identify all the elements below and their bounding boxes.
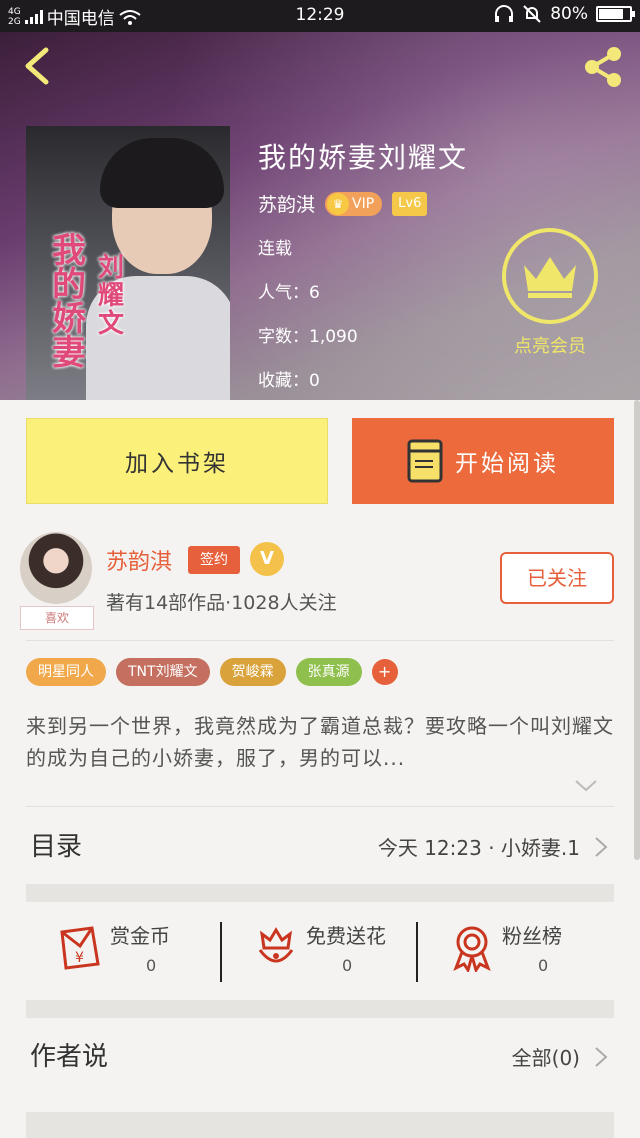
red-envelope-icon: ¥: [60, 926, 100, 970]
share-icon[interactable]: [580, 44, 626, 90]
start-reading-button[interactable]: 开始阅读: [352, 418, 614, 504]
author-avatar[interactable]: [20, 532, 92, 604]
crown-icon: ♛: [327, 192, 350, 215]
latest-chapter: 今天 12:23 · 小娇妻.1: [377, 836, 580, 860]
section-gap: [26, 884, 614, 902]
reward-fans-count: 0: [538, 956, 549, 975]
book-title: 我的娇妻刘耀文: [258, 141, 469, 174]
book-icon: [407, 439, 443, 483]
book-status: 连载: [258, 239, 292, 259]
add-to-shelf-label: 加入书架: [125, 451, 229, 477]
author-says-title: 作者说: [30, 1042, 109, 1072]
tag-item[interactable]: TNT刘耀文: [116, 658, 210, 686]
book-popularity: 人气：6: [258, 283, 320, 303]
divider: [26, 640, 614, 641]
book-synopsis: 来到另一个世界，我竟然成为了霸道总裁？要攻略一个叫刘耀文的成为自己的小娇妻，服了…: [26, 714, 614, 770]
member-ring: [502, 228, 598, 324]
divider: [26, 806, 614, 807]
status-right: 80%: [494, 4, 635, 24]
chevron-right-icon: [595, 837, 608, 857]
back-arrow-icon[interactable]: [18, 46, 58, 86]
book-favorites: 收藏：0: [258, 371, 320, 391]
verified-badge: V: [250, 542, 284, 576]
battery-percent: 80%: [550, 4, 588, 24]
reward-coins[interactable]: ¥ 赏金币 0: [26, 904, 222, 998]
book-cover[interactable]: 我的娇妻 刘耀文: [26, 126, 230, 400]
reward-flowers-count: 0: [342, 956, 353, 975]
member-button[interactable]: 点亮会员: [500, 228, 600, 358]
level-badge: Lv6: [392, 191, 428, 216]
reward-flowers[interactable]: 免费送花 0: [222, 904, 418, 998]
author-stats: 著有14部作品·1028人关注: [106, 592, 337, 614]
member-label: 点亮会员: [514, 336, 586, 357]
vip-label: VIP: [352, 195, 375, 212]
author-name[interactable]: 苏韵淇: [106, 544, 172, 576]
more-tags-button[interactable]: +: [371, 659, 398, 685]
tag-item[interactable]: 明星同人: [26, 658, 106, 686]
cover-title-sub: 刘耀文: [98, 253, 125, 339]
book-author[interactable]: 苏韵淇: [258, 190, 315, 217]
add-to-shelf-button[interactable]: 加入书架: [26, 418, 328, 504]
signed-badge: 签约: [188, 546, 240, 574]
section-gap: [26, 1112, 614, 1138]
mute-bell-icon: [523, 5, 541, 23]
reward-coins-label: 赏金币: [110, 924, 170, 948]
reward-coins-count: 0: [146, 956, 157, 975]
book-header: 我的娇妻 刘耀文 我的娇妻刘耀文 苏韵淇 ♛ VIP Lv6 连载 人气：6 字…: [0, 32, 640, 400]
reward-separator: [220, 922, 222, 982]
crown-icon: [524, 257, 576, 298]
rewards-bar: ¥ 赏金币 0 免费送花 0 粉丝榜 0: [26, 904, 614, 998]
chevron-right-icon: [595, 1047, 608, 1067]
start-reading-label: 开始阅读: [455, 451, 559, 477]
like-tag: 喜欢: [20, 606, 94, 630]
author-card: 喜欢 苏韵淇 签约 V 著有14部作品·1028人关注 已关注: [0, 528, 640, 640]
reward-fans[interactable]: 粉丝榜 0: [418, 904, 614, 998]
vip-badge: ♛ VIP: [325, 191, 383, 216]
reward-fans-label: 粉丝榜: [502, 924, 562, 948]
tag-list: 明星同人 TNT刘耀文 贺峻霖 张真源 +: [26, 658, 398, 686]
tag-item[interactable]: 贺峻霖: [219, 658, 286, 686]
cover-title-main: 我的娇妻: [52, 231, 86, 373]
tag-item[interactable]: 张真源: [295, 658, 362, 686]
catalog-title: 目录: [30, 832, 83, 862]
reward-flowers-label: 免费送花: [306, 924, 386, 948]
author-says-row[interactable]: 作者说 全部(0): [0, 1022, 640, 1094]
chevron-down-icon[interactable]: [574, 778, 598, 794]
status-bar: 4G 2G 中国电信 12:29 80%: [0, 0, 640, 32]
flower-icon: [258, 927, 294, 963]
book-word-count: 字数：1,090: [258, 327, 358, 347]
ribbon-medal-icon: [453, 926, 491, 972]
battery-icon: [596, 6, 635, 22]
headphones-icon: [495, 5, 514, 22]
author-says-all: 全部(0): [511, 1046, 580, 1070]
book-author-row: 苏韵淇 ♛ VIP Lv6: [258, 190, 428, 217]
battery-fill: [599, 9, 623, 19]
reward-separator: [416, 922, 418, 982]
cover-figure-hair: [100, 138, 224, 208]
section-gap: [26, 1000, 614, 1018]
follow-button[interactable]: 已关注: [500, 552, 614, 604]
svg-text:¥: ¥: [75, 950, 84, 966]
scrollbar[interactable]: [634, 400, 640, 860]
catalog-row[interactable]: 目录 今天 12:23 · 小娇妻.1: [0, 810, 640, 882]
